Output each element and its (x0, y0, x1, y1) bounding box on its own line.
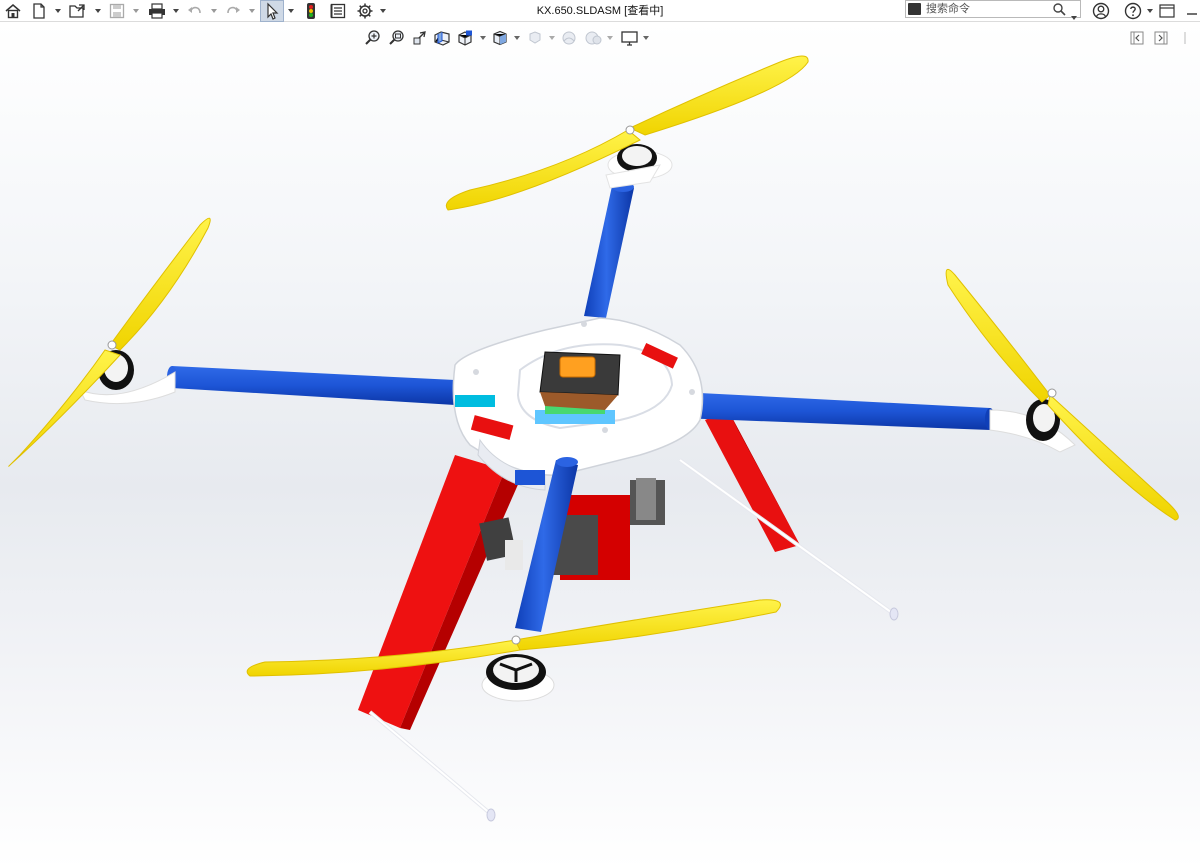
annotation-dropdown-caret-icon[interactable] (479, 28, 487, 48)
search-commands-box[interactable] (905, 0, 1081, 21)
edit-appearance-icon[interactable] (584, 28, 602, 48)
save-icon[interactable] (108, 0, 126, 22)
user-icon[interactable] (1092, 0, 1110, 22)
search-icon[interactable] (1052, 2, 1066, 21)
dynamic-annotation-icon[interactable] (456, 28, 474, 48)
view-settings-icon[interactable] (620, 28, 640, 48)
open-dropdown-caret-icon[interactable] (94, 0, 102, 22)
title-bar: KX.650.SLDASM [查看中] (0, 0, 1200, 22)
section-view-icon[interactable] (433, 28, 451, 48)
view-settings-dropdown-caret-icon[interactable] (642, 28, 650, 48)
graphics-viewport[interactable] (0, 22, 1200, 868)
view-orientation-icon[interactable] (491, 28, 509, 48)
hide-show-icon[interactable] (560, 28, 578, 48)
gear-icon[interactable] (356, 0, 374, 22)
display-style-dropdown-caret-icon[interactable] (548, 28, 556, 48)
zoom-to-fit-icon[interactable] (364, 28, 382, 48)
display-style-icon[interactable] (526, 28, 544, 48)
select-icon[interactable] (264, 0, 280, 22)
gear-dropdown-caret-icon[interactable] (379, 0, 387, 22)
more-icon[interactable] (1158, 0, 1176, 22)
open-icon[interactable] (68, 0, 88, 22)
redo-icon[interactable] (224, 0, 242, 22)
help-icon[interactable] (1124, 0, 1142, 22)
orientation-dropdown-caret-icon[interactable] (513, 28, 521, 48)
print-icon[interactable] (147, 0, 167, 22)
expand-right-panel-icon[interactable] (1154, 28, 1168, 48)
rebuild-icon[interactable] (304, 0, 318, 22)
new-dropdown-caret-icon[interactable] (54, 0, 62, 22)
minimize-icon[interactable] (1186, 0, 1198, 22)
command-prompt-icon (908, 3, 921, 15)
redo-dropdown-caret-icon[interactable] (248, 0, 256, 22)
panel-separator-icon (1180, 28, 1190, 48)
options-list-icon[interactable] (330, 0, 346, 22)
print-dropdown-caret-icon[interactable] (172, 0, 180, 22)
collapse-left-panel-icon[interactable] (1130, 28, 1144, 48)
new-document-icon[interactable] (31, 0, 47, 22)
flight-controller (539, 351, 621, 410)
appearance-dropdown-caret-icon[interactable] (606, 28, 614, 48)
select-dropdown-caret-icon[interactable] (287, 0, 295, 22)
search-input[interactable] (926, 2, 1046, 16)
zoom-area-icon[interactable] (388, 28, 406, 48)
previous-view-icon[interactable] (411, 28, 429, 48)
undo-dropdown-caret-icon[interactable] (210, 0, 218, 22)
home-icon[interactable] (4, 0, 22, 22)
undo-icon[interactable] (186, 0, 204, 22)
help-dropdown-caret-icon[interactable] (1146, 0, 1154, 22)
save-dropdown-caret-icon[interactable] (132, 0, 140, 22)
